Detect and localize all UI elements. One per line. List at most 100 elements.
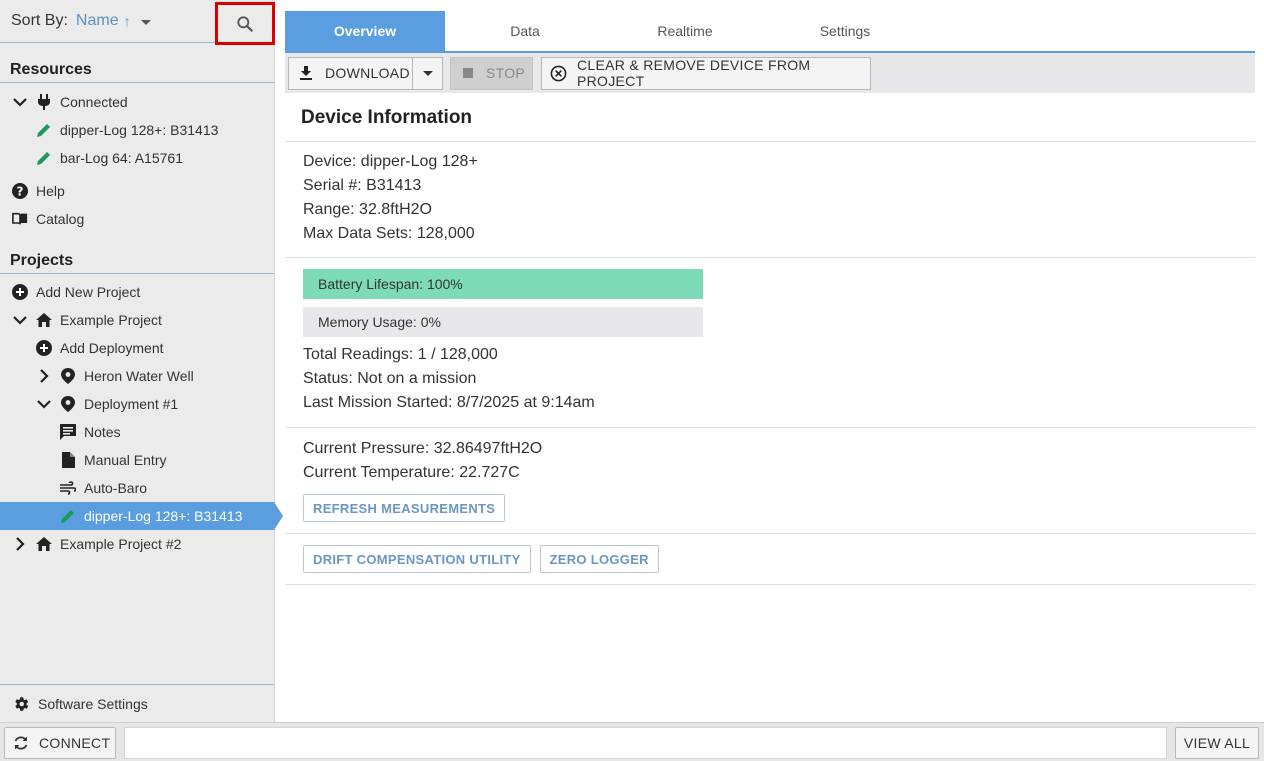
device-info-title: Device Information xyxy=(301,107,473,128)
battery-bar: Battery Lifespan: 100% xyxy=(303,269,703,299)
selected-device-label: dipper-Log 128+: B31413 xyxy=(84,508,243,524)
device-label: bar-Log 64: A15761 xyxy=(60,150,183,166)
sort-label: Sort By: xyxy=(11,12,68,29)
help-label: Help xyxy=(36,183,65,199)
add-new-project-label: Add New Project xyxy=(36,284,141,300)
resources-title: Resources xyxy=(0,57,274,83)
sort-dropdown-icon[interactable] xyxy=(140,19,151,25)
measurements-section: Current Pressure: 32.86497ftH2O Current … xyxy=(285,428,1255,534)
help-icon: ? xyxy=(12,183,28,199)
sidebar: Sort By: Name ↑ Resources Connected dipp… xyxy=(0,0,283,722)
sidebar-item-catalog[interactable]: Catalog xyxy=(0,205,274,233)
drift-compensation-button[interactable]: DRIFT COMPENSATION UTILITY xyxy=(303,545,531,573)
device-status-section: Battery Lifespan: 100% Memory Usage: 0% … xyxy=(285,258,1255,428)
sidebar-item-manual-entry[interactable]: Manual Entry xyxy=(0,446,274,474)
device-info-header: Device Information xyxy=(285,93,1255,142)
max-data-sets: Max Data Sets: 128,000 xyxy=(303,225,475,242)
device-range: Range: 32.8ftH2O xyxy=(303,201,432,218)
add-new-project-button[interactable]: Add New Project xyxy=(0,278,274,306)
memory-bar: Memory Usage: 0% xyxy=(303,307,703,337)
download-icon xyxy=(299,66,313,80)
chevron-right-icon[interactable] xyxy=(12,536,28,552)
chevron-down-icon[interactable] xyxy=(36,396,52,412)
refresh-measurements-button[interactable]: REFRESH MEASUREMENTS xyxy=(303,494,506,522)
sidebar-device-item[interactable]: bar-Log 64: A15761 xyxy=(0,144,274,172)
projects-title: Projects xyxy=(0,248,274,274)
sidebar-item-selected-device[interactable]: dipper-Log 128+: B31413 xyxy=(0,502,283,530)
book-icon xyxy=(12,211,28,227)
tab-data[interactable]: Data xyxy=(445,11,605,51)
tab-bar: Overview Data Realtime Settings xyxy=(285,0,1255,53)
view-all-button[interactable]: VIEW ALL xyxy=(1175,727,1259,759)
bottom-bar: CONNECT VIEW ALL xyxy=(0,722,1264,761)
svg-text:?: ? xyxy=(17,185,24,199)
project-item[interactable]: Example Project #2 xyxy=(0,530,274,558)
download-dropdown-button[interactable] xyxy=(412,56,443,90)
plus-circle-icon xyxy=(12,284,28,300)
software-settings-button[interactable]: Software Settings xyxy=(0,684,274,722)
current-pressure: Current Pressure: 32.86497ftH2O xyxy=(303,440,543,457)
toolbar: DOWNLOAD STOP CLEAR & REMOVE DEVICE FROM… xyxy=(285,53,1255,93)
download-button[interactable]: DOWNLOAD xyxy=(288,56,412,90)
sidebar-device-item[interactable]: dipper-Log 128+: B31413 xyxy=(0,116,274,144)
deployment-label: Deployment #1 xyxy=(84,396,179,412)
deployment-item[interactable]: Deployment #1 xyxy=(0,390,274,418)
pencil-icon xyxy=(36,122,52,138)
device-label: dipper-Log 128+: B31413 xyxy=(60,122,219,138)
project-item[interactable]: Example Project xyxy=(0,306,274,334)
mission-status: Status: Not on a mission xyxy=(303,370,477,387)
caret-down-icon xyxy=(422,70,433,76)
device-name: Device: dipper-Log 128+ xyxy=(303,153,478,170)
catalog-label: Catalog xyxy=(36,211,85,227)
connected-group[interactable]: Connected xyxy=(0,88,274,116)
sidebar-item-auto-baro[interactable]: Auto-Baro xyxy=(0,474,274,502)
auto-baro-label: Auto-Baro xyxy=(84,480,148,496)
pencil-icon xyxy=(60,508,76,524)
pencil-icon xyxy=(36,150,52,166)
home-icon xyxy=(36,536,52,552)
notes-label: Notes xyxy=(84,424,121,440)
battery-label: Battery Lifespan: 100% xyxy=(318,276,463,292)
home-icon xyxy=(36,312,52,328)
zero-logger-button[interactable]: ZERO LOGGER xyxy=(539,545,659,573)
add-deployment-button[interactable]: Add Deployment xyxy=(0,334,274,362)
file-icon xyxy=(60,452,76,468)
notes-icon xyxy=(60,424,76,440)
tab-settings[interactable]: Settings xyxy=(765,11,925,51)
project-label: Example Project #2 xyxy=(60,536,182,552)
total-readings: Total Readings: 1 / 128,000 xyxy=(303,346,498,363)
tab-overview[interactable]: Overview xyxy=(285,11,445,51)
search-button[interactable] xyxy=(215,2,275,45)
plus-circle-icon xyxy=(36,340,52,356)
last-mission-started: Last Mission Started: 8/7/2025 at 9:14am xyxy=(303,394,595,411)
gear-icon xyxy=(12,695,30,713)
connect-button[interactable]: CONNECT xyxy=(4,727,116,759)
sort-bar: Sort By: Name ↑ xyxy=(0,0,275,45)
clear-remove-device-button[interactable]: CLEAR & REMOVE DEVICE FROM PROJECT xyxy=(541,56,871,90)
connected-label: Connected xyxy=(60,94,128,110)
search-icon xyxy=(237,15,253,32)
chevron-down-icon[interactable] xyxy=(12,94,28,110)
map-pin-icon xyxy=(60,396,76,412)
software-settings-label: Software Settings xyxy=(38,695,148,712)
add-deployment-label: Add Deployment xyxy=(60,340,164,356)
project-label: Example Project xyxy=(60,312,162,328)
chevron-right-icon[interactable] xyxy=(36,368,52,384)
sort-value[interactable]: Name xyxy=(76,12,119,30)
sidebar-item-notes[interactable]: Notes xyxy=(0,418,274,446)
memory-label: Memory Usage: 0% xyxy=(318,314,441,330)
current-temperature: Current Temperature: 22.727C xyxy=(303,464,520,481)
wind-icon xyxy=(60,480,76,496)
clear-remove-label: CLEAR & REMOVE DEVICE FROM PROJECT xyxy=(577,57,811,89)
tab-realtime[interactable]: Realtime xyxy=(605,11,765,51)
refresh-icon xyxy=(13,735,29,751)
device-details-section: Device: dipper-Log 128+ Serial #: B31413… xyxy=(285,142,1255,258)
stop-button[interactable]: STOP xyxy=(450,56,533,90)
chevron-down-icon[interactable] xyxy=(12,312,28,328)
sort-direction-icon[interactable]: ↑ xyxy=(124,13,131,29)
sidebar-item-help[interactable]: ? Help xyxy=(0,177,274,205)
map-pin-icon xyxy=(60,368,76,384)
deployment-item[interactable]: Heron Water Well xyxy=(0,362,274,390)
serial-number: Serial #: B31413 xyxy=(303,177,422,194)
manual-entry-label: Manual Entry xyxy=(84,452,167,468)
